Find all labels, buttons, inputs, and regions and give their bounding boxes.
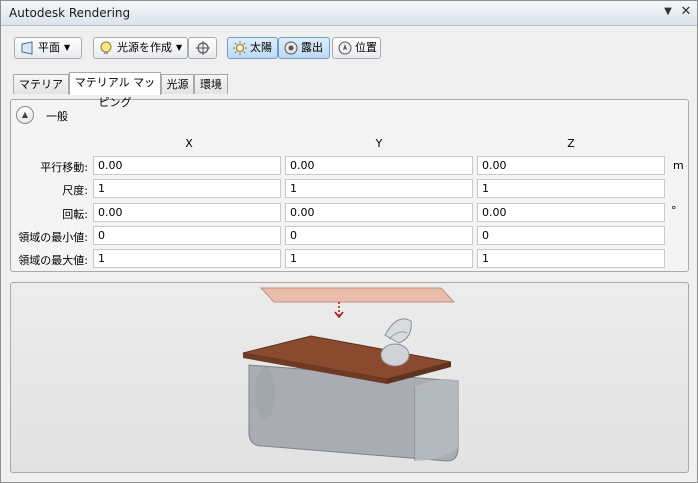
region-min-z-input[interactable]: 0 — [477, 226, 665, 245]
create-light-button[interactable]: 光源を作成 ▼ — [93, 37, 188, 59]
region-min-y-input[interactable]: 0 — [285, 226, 473, 245]
region-max-z-input[interactable]: 1 — [477, 249, 665, 268]
column-header-z: Z — [567, 137, 575, 150]
crosshair-icon — [195, 41, 210, 55]
region-max-y-input[interactable]: 1 — [285, 249, 473, 268]
window-title: Autodesk Rendering — [9, 6, 131, 20]
translation-z-input[interactable]: 0.00 — [477, 156, 665, 175]
chevron-down-icon[interactable]: ▼ — [661, 5, 675, 19]
rotation-label: 回転: — [62, 208, 88, 221]
tab-lights-label: 光源 — [166, 78, 189, 91]
general-section-panel: ▲ 一般 X Y Z 平行移動: 0.00 0.00 0.00 m 尺度: 1 … — [10, 99, 689, 272]
translation-x-input[interactable]: 0.00 — [93, 156, 281, 175]
chevron-down-icon: ▼ — [64, 43, 71, 52]
tab-material-mapping[interactable]: マテリアル マッピング — [69, 72, 161, 109]
rotation-x-input[interactable]: 0.00 — [93, 203, 281, 222]
light-target-button[interactable] — [188, 37, 217, 59]
sun-icon — [233, 41, 247, 55]
region-max-label: 領域の最大値: — [18, 254, 88, 267]
collapse-toggle-icon[interactable]: ▲ — [16, 106, 34, 124]
region-min-x-input[interactable]: 0 — [93, 226, 281, 245]
plane-icon — [21, 41, 33, 55]
tab-environment-label: 環境 — [200, 78, 222, 91]
location-icon — [338, 41, 352, 55]
region-max-x-input[interactable]: 1 — [93, 249, 281, 268]
section-title: 一般 — [46, 110, 68, 123]
toolbar: 平面 ▼ 光源を作成 ▼ 太陽 露出 位置 — [1, 26, 697, 70]
translation-y-input[interactable]: 0.00 — [285, 156, 473, 175]
rotation-unit: ° — [671, 204, 677, 217]
sun-button[interactable]: 太陽 — [227, 37, 278, 59]
projection-plane — [259, 287, 456, 303]
title-bar: Autodesk Rendering ▼ ✕ — [1, 1, 697, 26]
chevron-down-icon: ▼ — [176, 43, 183, 52]
translation-label: 平行移動: — [40, 161, 88, 174]
exposure-button[interactable]: 露出 — [278, 37, 330, 59]
exposure-icon — [284, 41, 298, 55]
plane-projection-button[interactable]: 平面 ▼ — [14, 37, 82, 59]
sun-label: 太陽 — [250, 41, 272, 54]
light-bulb-icon — [100, 41, 112, 54]
tab-material[interactable]: マテリアル — [13, 74, 69, 111]
scale-y-input[interactable]: 1 — [285, 179, 473, 198]
region-min-label: 領域の最小値: — [18, 231, 88, 244]
tab-environment[interactable]: 環境 — [194, 74, 228, 94]
scale-x-input[interactable]: 1 — [93, 179, 281, 198]
tab-lights[interactable]: 光源 — [161, 74, 194, 94]
create-light-label: 光源を作成 — [117, 41, 172, 54]
location-label: 位置 — [355, 41, 377, 54]
column-header-y: Y — [375, 137, 383, 150]
plane-label: 平面 — [38, 41, 60, 54]
rotation-z-input[interactable]: 0.00 — [477, 203, 665, 222]
exposure-label: 露出 — [301, 41, 323, 54]
location-button[interactable]: 位置 — [332, 37, 381, 59]
scale-z-input[interactable]: 1 — [477, 179, 665, 198]
close-icon[interactable]: ✕ — [679, 5, 693, 19]
scale-label: 尺度: — [62, 184, 88, 197]
rotation-y-input[interactable]: 0.00 — [285, 203, 473, 222]
autodesk-rendering-window: Autodesk Rendering ▼ ✕ 平面 ▼ 光源を作成 ▼ 太陽 露… — [0, 0, 698, 483]
mapping-preview — [10, 282, 689, 473]
translation-unit: m — [673, 159, 684, 172]
mapping-preview-illustration — [242, 287, 459, 462]
column-header-x: X — [185, 137, 193, 150]
